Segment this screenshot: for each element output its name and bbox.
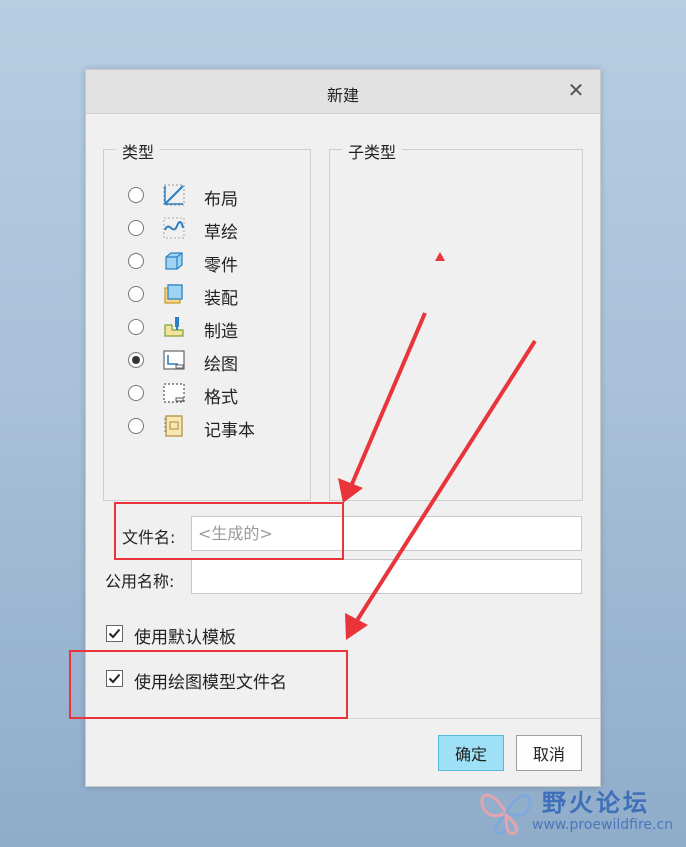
type-item-sketch[interactable]: 草绘 <box>128 216 308 243</box>
part-icon <box>165 252 183 270</box>
type-label-manufacturing: 制造 <box>204 322 238 342</box>
type-label-layout: 布局 <box>204 190 238 210</box>
format-icon <box>163 383 185 403</box>
watermark-logo: 野火论坛 www.proewildfire.cn <box>474 779 682 845</box>
type-label-sketch: 草绘 <box>204 223 238 243</box>
type-item-assembly[interactable]: 装配 <box>128 282 308 309</box>
watermark-title: 野火论坛 <box>542 789 650 817</box>
radio-sketch[interactable] <box>128 220 144 236</box>
subtype-group-legend: 子类型 <box>342 139 403 163</box>
type-item-notebook[interactable]: 记事本 <box>128 414 308 441</box>
radio-layout[interactable] <box>128 187 144 203</box>
notebook-icon <box>164 415 183 437</box>
manufacturing-icon <box>164 317 184 337</box>
subtype-group: 子类型 <box>329 139 583 501</box>
sketch-icon <box>163 217 185 239</box>
radio-notebook[interactable] <box>128 418 144 434</box>
type-item-drawing[interactable]: 绘图 <box>128 348 308 375</box>
use-default-template-checkbox[interactable] <box>106 625 123 642</box>
dialog-title: 新建 <box>326 86 359 105</box>
radio-part[interactable] <box>128 253 144 269</box>
annotation-box-drawing-model-name <box>69 650 348 719</box>
type-item-layout[interactable]: 布局 <box>128 183 308 210</box>
close-icon[interactable]: ✕ <box>566 80 586 100</box>
type-label-assembly: 装配 <box>204 289 238 309</box>
type-group: 类型 布局 草绘 零件 装配 制造 绘图 格式 记事本 <box>103 139 311 501</box>
annotation-box-file-name <box>114 502 344 560</box>
ok-button[interactable]: 确定 <box>438 735 504 771</box>
layout-icon <box>163 184 185 206</box>
common-name-label: 公用名称: <box>105 572 175 591</box>
use-default-template-label: 使用默认模板 <box>134 628 236 648</box>
type-group-legend: 类型 <box>116 139 161 163</box>
type-label-drawing: 绘图 <box>204 355 238 375</box>
type-label-notebook: 记事本 <box>204 421 255 441</box>
butterfly-logo-icon <box>480 793 532 835</box>
watermark-url: www.proewildfire.cn <box>532 817 674 833</box>
dialog-titlebar[interactable]: 新建 ✕ <box>86 70 600 114</box>
radio-assembly[interactable] <box>128 286 144 302</box>
type-item-part[interactable]: 零件 <box>128 249 308 276</box>
type-item-manufacturing[interactable]: 制造 <box>128 315 308 342</box>
warning-marker-icon <box>435 252 445 261</box>
radio-format[interactable] <box>128 385 144 401</box>
type-label-format: 格式 <box>204 388 238 408</box>
common-name-input[interactable] <box>191 559 582 594</box>
radio-drawing[interactable] <box>128 352 144 368</box>
drawing-icon <box>163 350 185 370</box>
type-label-part: 零件 <box>204 256 238 276</box>
type-item-format[interactable]: 格式 <box>128 381 308 408</box>
checkmark-icon <box>108 628 121 639</box>
radio-manufacturing[interactable] <box>128 319 144 335</box>
cancel-button[interactable]: 取消 <box>516 735 582 771</box>
assembly-icon <box>164 284 183 304</box>
